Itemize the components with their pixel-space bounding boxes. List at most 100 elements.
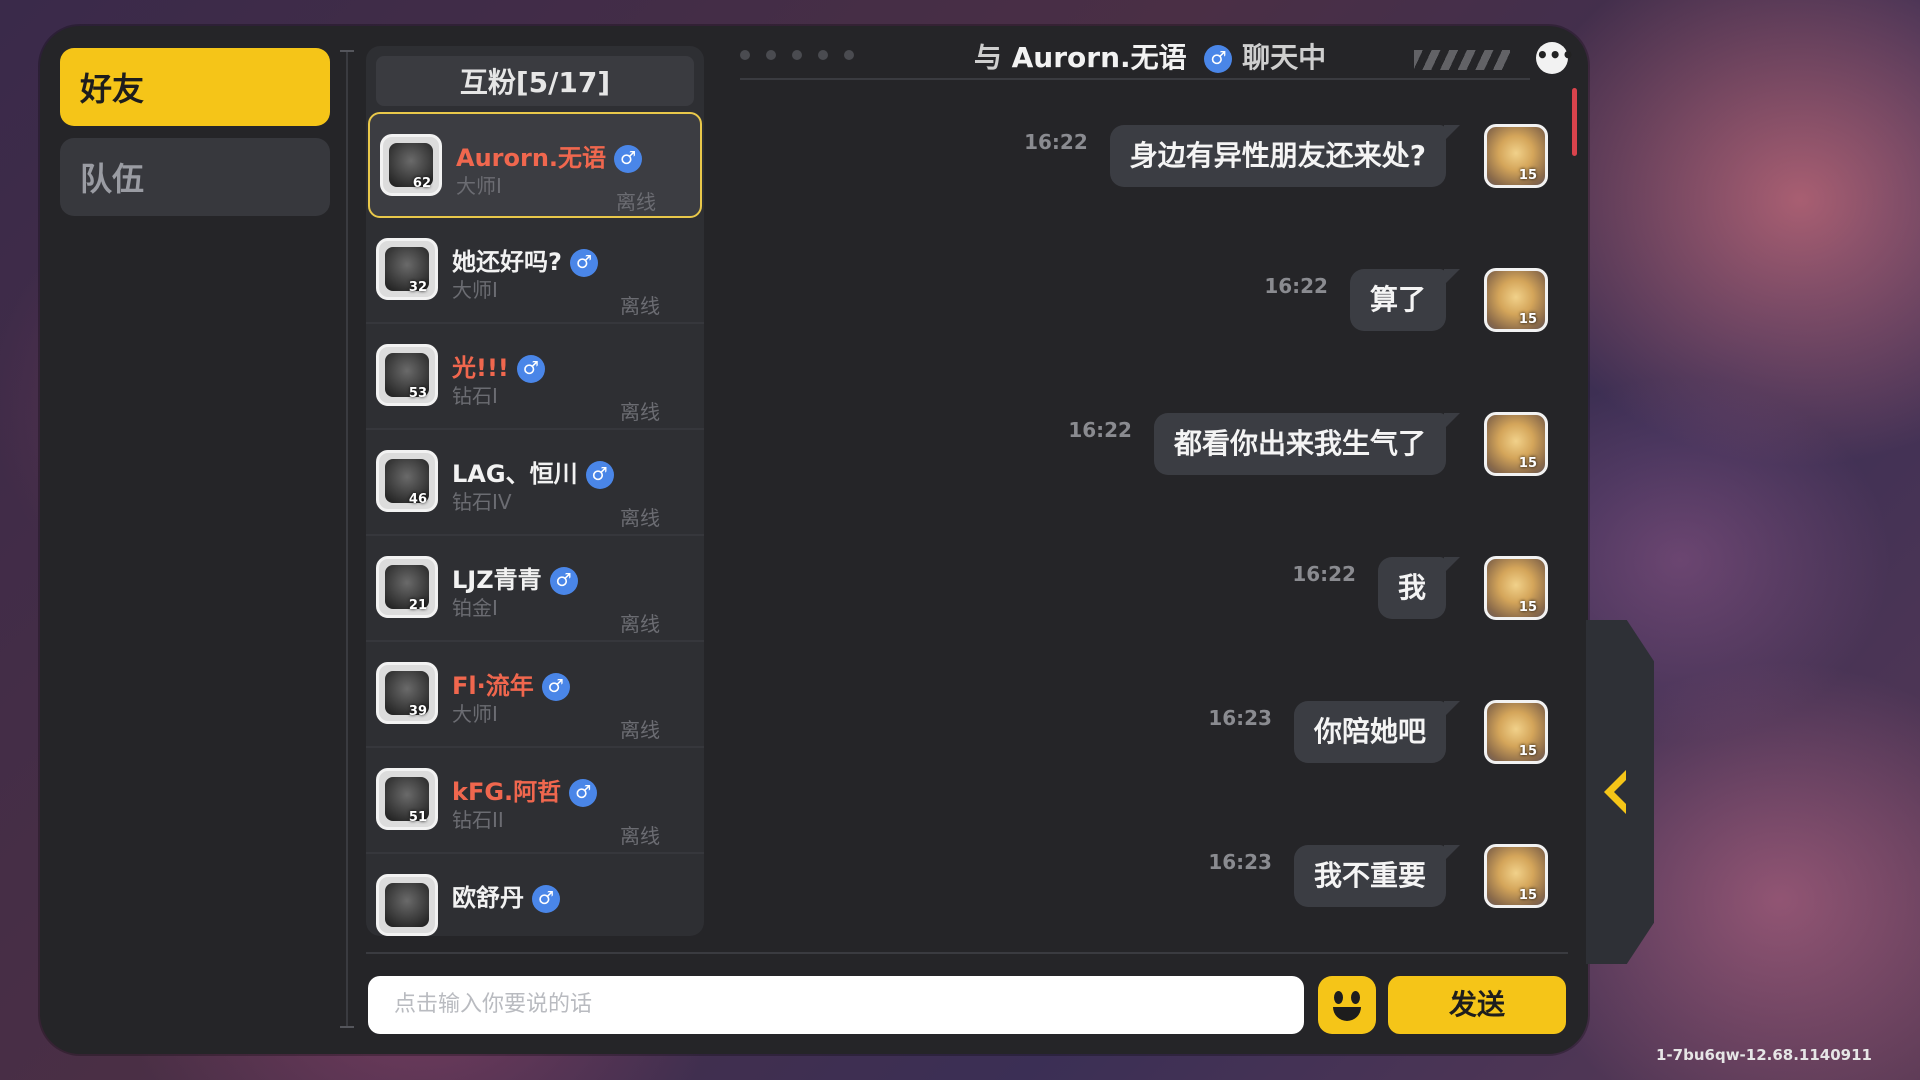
avatar-level: 15 (1518, 744, 1537, 759)
friend-rank: 大师I (452, 702, 498, 726)
message-bubble[interactable]: 我不重要 (1293, 845, 1461, 907)
divider-tick (340, 50, 354, 52)
friend-status: 离线 (620, 506, 660, 530)
friend-row[interactable]: 欧舒丹 ♂ (366, 854, 704, 936)
divider (346, 50, 348, 1028)
avatar: 53 (376, 344, 438, 406)
friend-row[interactable]: 32 她还好吗? ♂ 大师I 离线 (366, 218, 704, 324)
chat-title-name: Aurorn.无语 (1011, 41, 1187, 74)
friend-status: 离线 (620, 612, 660, 636)
chat-scrollbar[interactable] (1572, 88, 1577, 156)
friend-row[interactable]: 62 Aurorn.无语 ♂ 大师I 离线 (368, 112, 702, 218)
avatar-level: 53 (408, 386, 427, 401)
male-icon: ♂ (1204, 45, 1233, 73)
friend-name-text: 她还好吗? (452, 248, 562, 276)
friend-status: 离线 (620, 400, 660, 424)
avatar-level: 15 (1518, 312, 1537, 327)
version-label: 1-7bu6qw-12.68.1140911 (1656, 1046, 1872, 1064)
male-icon: ♂ (585, 461, 614, 489)
avatar: 62 (380, 134, 442, 196)
avatar: 21 (376, 556, 438, 618)
friend-list[interactable]: 互粉[5/17] 62 Aurorn.无语 ♂ 大师I 离线 32 她还好吗? ♂ 大师I 离线 5… (366, 46, 704, 936)
friend-rank: 大师I (456, 174, 502, 198)
male-icon: ♂ (569, 779, 598, 807)
message-bubble[interactable]: 算了 (1349, 269, 1461, 331)
chevron-left-icon-inner (1614, 776, 1630, 808)
friend-name-text: Aurorn.无语 (456, 144, 607, 172)
chat-title-prefix: 与 (973, 41, 1002, 74)
tab-column: 好友 队伍 (60, 48, 330, 228)
friend-name: LAG、恒川 ♂ (452, 454, 614, 489)
avatar: 39 (376, 662, 438, 724)
chat-message: 16:23 你陪她吧 15 (1208, 700, 1548, 764)
avatar-level: 46 (408, 492, 427, 507)
avatar[interactable]: 15 (1484, 268, 1548, 332)
male-icon: ♂ (614, 145, 643, 173)
avatar[interactable]: 15 (1484, 124, 1548, 188)
friend-row[interactable]: 21 LJZ青青 ♂ 铂金I 离线 (366, 536, 704, 642)
message-input[interactable]: 点击输入你要说的话 (368, 976, 1304, 1034)
input-divider (366, 952, 1568, 954)
chat-header: 与 Aurorn.无语 ♂ 聊天中 ••• (720, 30, 1580, 80)
avatar[interactable]: 15 (1484, 556, 1548, 620)
male-icon: ♂ (549, 567, 578, 595)
message-bubble[interactable]: 你陪她吧 (1293, 701, 1461, 763)
friend-row[interactable]: 53 光!!! ♂ 钻石I 离线 (366, 324, 704, 430)
avatar (376, 874, 438, 936)
chat-message: 16:22 我 15 (1292, 556, 1548, 620)
friend-list-header: 互粉[5/17] (376, 56, 694, 106)
avatar-level: 15 (1518, 600, 1537, 615)
friend-rank: 钻石IV (452, 490, 512, 514)
avatar-level: 51 (408, 810, 427, 825)
avatar: 32 (376, 238, 438, 300)
message-time: 16:22 (1024, 130, 1088, 154)
tab-team[interactable]: 队伍 (60, 138, 330, 216)
avatar: 51 (376, 768, 438, 830)
chat-message: 16:23 我不重要 15 (1208, 844, 1548, 908)
male-icon: ♂ (532, 885, 560, 913)
friend-name-text: LJZ青青 (452, 566, 542, 594)
avatar[interactable]: 15 (1484, 700, 1548, 764)
friend-name: 她还好吗? ♂ (452, 242, 598, 277)
message-time: 16:22 (1264, 274, 1328, 298)
decor-stripes (1414, 50, 1510, 70)
send-button[interactable]: 发送 (1388, 976, 1566, 1034)
avatar-level: 15 (1518, 456, 1537, 471)
avatar-level: 62 (412, 176, 431, 191)
message-time: 16:22 (1068, 418, 1132, 442)
divider-tick (340, 1026, 354, 1028)
friend-name-text: 光!!! (452, 354, 509, 382)
more-options-button[interactable]: ••• (1536, 42, 1574, 74)
avatar[interactable]: 15 (1484, 412, 1548, 476)
emoji-button[interactable] (1318, 976, 1376, 1034)
avatar[interactable]: 15 (1484, 844, 1548, 908)
avatar-level: 21 (408, 598, 427, 613)
chat-message: 16:22 算了 15 (1264, 268, 1548, 332)
avatar-level: 32 (408, 280, 427, 295)
header-divider (740, 78, 1530, 80)
message-bubble[interactable]: 我 (1377, 557, 1461, 619)
friend-status: 离线 (616, 190, 656, 214)
friend-status: 离线 (620, 824, 660, 848)
message-bubble[interactable]: 都看你出来我生气了 (1153, 413, 1461, 475)
avatar-level: 15 (1518, 888, 1537, 903)
friend-rank: 钻石I (452, 384, 498, 408)
chat-message: 16:22 身边有异性朋友还来处? 15 (1024, 124, 1548, 188)
male-icon: ♂ (541, 673, 570, 701)
emoji-eye-icon (1351, 991, 1360, 1004)
tab-friends[interactable]: 好友 (60, 48, 330, 126)
friend-name-text: 欧舒丹 (452, 884, 524, 912)
friend-row[interactable]: 46 LAG、恒川 ♂ 钻石IV 离线 (366, 430, 704, 536)
friend-row[interactable]: 51 kFG.阿哲 ♂ 钻石II 离线 (366, 748, 704, 854)
friend-name-text: Fl·流年 (452, 672, 534, 700)
message-time: 16:23 (1208, 850, 1272, 874)
friend-row[interactable]: 39 Fl·流年 ♂ 大师I 离线 (366, 642, 704, 748)
message-bubble[interactable]: 身边有异性朋友还来处? (1109, 125, 1461, 187)
friend-name: 光!!! ♂ (452, 348, 545, 383)
chat-message: 16:22 都看你出来我生气了 15 (1068, 412, 1548, 476)
avatar: 46 (376, 450, 438, 512)
friend-name: Fl·流年 ♂ (452, 666, 570, 701)
avatar-level: 39 (408, 704, 427, 719)
friend-rank: 铂金I (452, 596, 498, 620)
friend-rank: 钻石II (452, 808, 504, 832)
